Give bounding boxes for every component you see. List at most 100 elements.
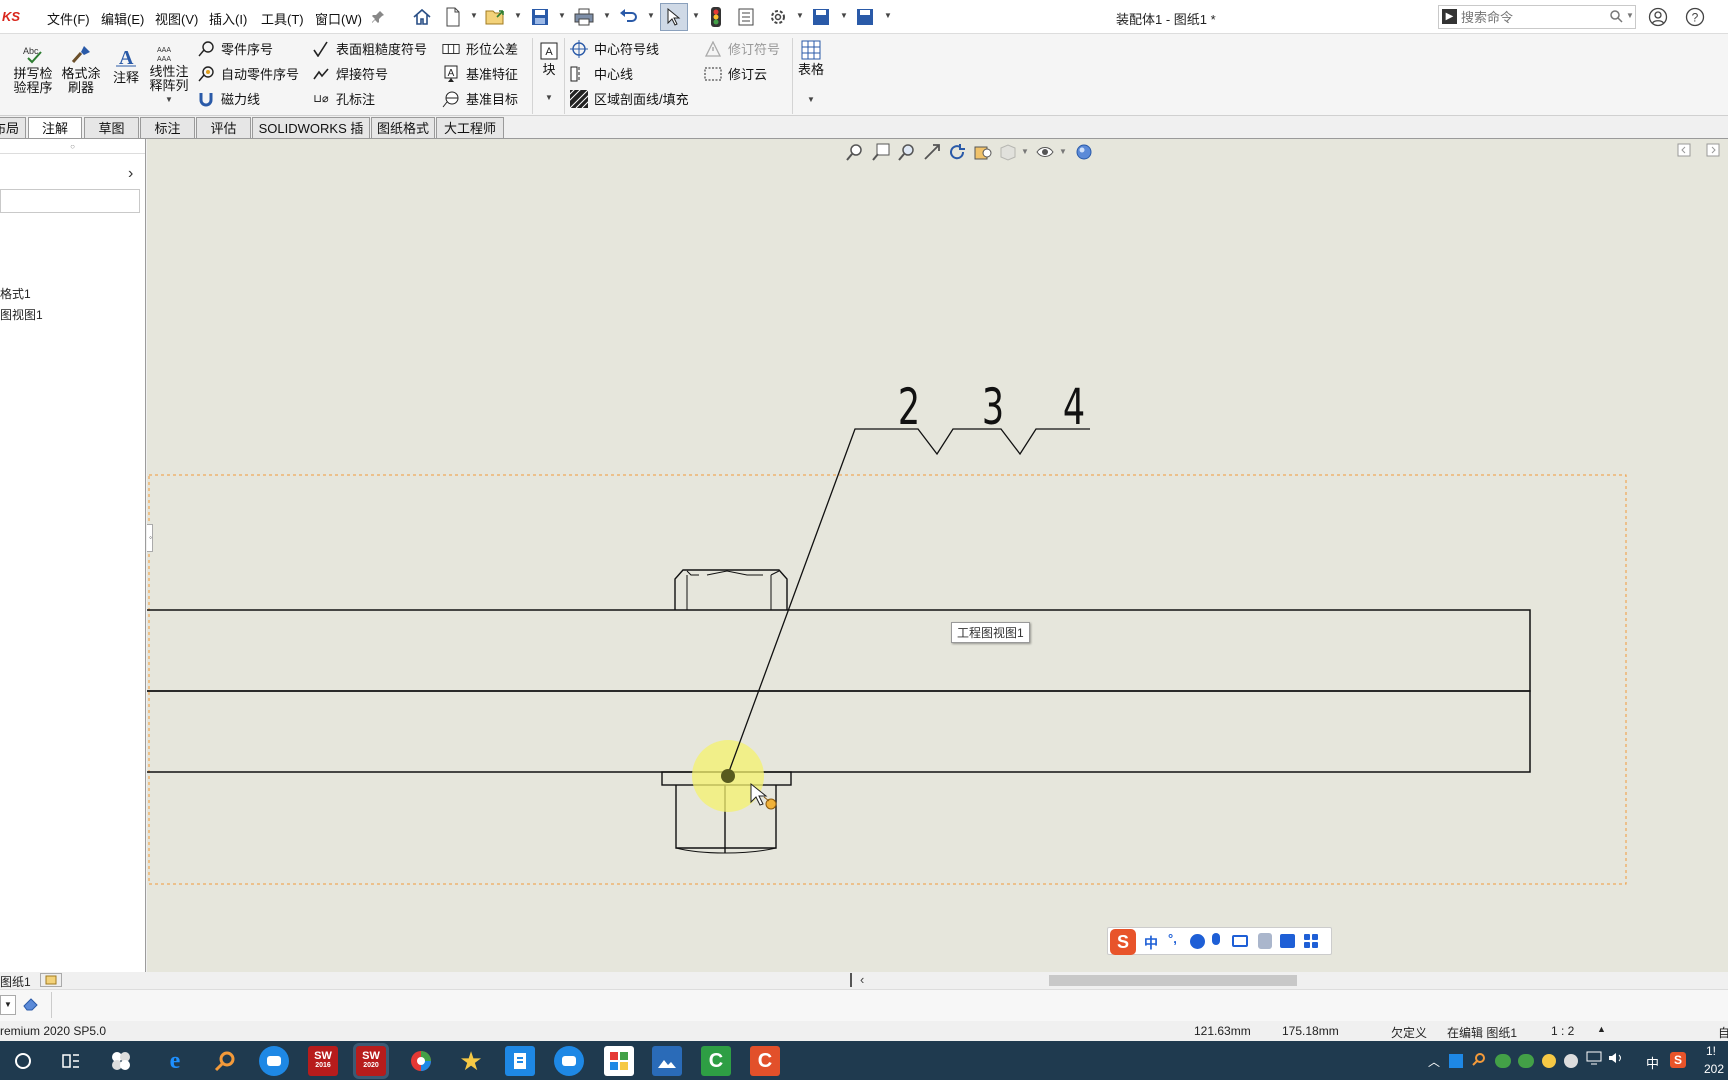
clock-date[interactable]: 202 (1704, 1062, 1724, 1076)
center-mark-button[interactable]: 中心符号线 (570, 39, 659, 58)
solidworks-2020-icon[interactable]: SW 2020 (353, 1043, 389, 1079)
table-button[interactable]: 表格 ▼ (796, 40, 826, 107)
menu-insert[interactable]: 插入(I) (209, 9, 247, 28)
balloon-number-4[interactable]: 4 (1053, 382, 1095, 432)
ime-punctuation[interactable]: °, (1168, 931, 1177, 946)
tab-engineer[interactable]: 大工程师 (436, 117, 504, 139)
tray-wechat2-icon[interactable] (1518, 1054, 1534, 1068)
message-app-icon[interactable] (554, 1046, 584, 1076)
command-search[interactable]: ▶ ▼ (1438, 5, 1636, 29)
ie-browser-icon[interactable]: e (160, 1046, 190, 1076)
open-file-icon[interactable] (484, 5, 508, 29)
select-dropdown-icon[interactable]: ▼ (692, 11, 700, 20)
linear-pattern-dropdown-icon[interactable]: ▼ (146, 93, 192, 107)
plate-lower[interactable] (147, 690, 1531, 773)
panel-expand-chevron-icon[interactable]: › (128, 165, 133, 183)
tray-wechat-icon[interactable] (1495, 1054, 1511, 1068)
ime-toolbox-icon[interactable] (1304, 934, 1318, 951)
pin-icon[interactable] (366, 5, 390, 29)
tray-qq-icon[interactable] (1564, 1054, 1578, 1068)
ime-emoji-icon[interactable] (1190, 934, 1205, 949)
search-dropdown-icon[interactable]: ▼ (1626, 11, 1634, 20)
hatch-fill-button[interactable]: 区域剖面线/填充 (570, 89, 689, 108)
tray-sogou-icon[interactable]: S (1670, 1052, 1686, 1068)
color-ball-app-icon[interactable] (406, 1046, 436, 1076)
save-all-icon[interactable] (853, 5, 877, 29)
options-gear-icon[interactable] (766, 5, 790, 29)
add-sheet-icon[interactable] (40, 973, 62, 987)
balloon-number-2[interactable]: 2 (888, 382, 930, 432)
file-properties-icon[interactable] (734, 5, 758, 29)
undo-icon[interactable] (616, 5, 640, 29)
save-icon[interactable] (528, 5, 552, 29)
geometric-tolerance-button[interactable]: 形位公差 (442, 39, 518, 58)
sheet-scale[interactable]: 1 : 2 (1551, 1024, 1574, 1038)
drawing-canvas[interactable]: ▼ ▼ 2 3 4 工程图视图1 ◦ S 中 °, (147, 139, 1728, 972)
note-button[interactable]: A 注释 (110, 46, 142, 85)
select-pointer-icon[interactable] (660, 3, 688, 31)
print-dropdown-icon[interactable]: ▼ (603, 11, 611, 20)
tiles-app-icon[interactable] (604, 1046, 634, 1076)
stacked-balloon[interactable] (726, 428, 1090, 778)
spell-check-button[interactable]: Abc 拼写检 验程序 (10, 44, 56, 95)
doc-app-icon[interactable] (505, 1046, 535, 1076)
eraser-icon[interactable] (22, 996, 40, 1015)
task-view-icon[interactable] (56, 1046, 86, 1076)
tree-item-sheet-format[interactable]: 格式1 (0, 285, 31, 302)
tab-layout[interactable]: 布局 (0, 117, 26, 139)
balloon-button[interactable]: 零件序号 (197, 39, 273, 58)
linear-note-pattern-button[interactable]: AAA AAA 线性注 释阵列 ▼ (146, 44, 192, 107)
scroll-thumb[interactable] (1049, 975, 1297, 986)
scroll-left-arrow-icon[interactable]: ‹ (860, 972, 864, 987)
menu-view[interactable]: 视图(V) (155, 9, 198, 28)
revision-symbol-button[interactable]: 修订符号 (704, 39, 780, 58)
hex-nut-top[interactable] (674, 569, 788, 611)
save-sheet-dropdown-icon[interactable]: ▼ (840, 11, 848, 20)
tray-expand-icon[interactable]: ︿ (1428, 1053, 1440, 1070)
new-dropdown-icon[interactable]: ▼ (470, 11, 478, 20)
tab-solidworks-addins[interactable]: SOLIDWORKS 插件 (252, 117, 370, 157)
save-dropdown-icon[interactable]: ▼ (558, 11, 566, 20)
search-input[interactable] (1461, 8, 1601, 26)
clock-time[interactable]: 1! (1706, 1044, 1716, 1058)
model-dropdown-icon[interactable]: ▼ (0, 995, 16, 1015)
camtasia-orange-icon[interactable]: C (750, 1046, 780, 1076)
ime-keyboard-icon[interactable] (1232, 935, 1248, 947)
balloon-number-3[interactable]: 3 (972, 382, 1014, 432)
sogou-logo-icon[interactable]: S (1110, 929, 1136, 955)
new-file-icon[interactable] (441, 5, 465, 29)
ime-skin-icon[interactable] (1280, 934, 1295, 948)
tray-app1-icon[interactable] (1449, 1054, 1463, 1068)
app-pinwheel-icon[interactable] (106, 1046, 136, 1076)
tab-dimension[interactable]: 标注 (140, 117, 195, 139)
ime-chinese-mode[interactable]: 中 (1144, 933, 1158, 953)
save-all-dropdown-icon[interactable]: ▼ (884, 11, 892, 20)
surface-finish-button[interactable]: 表面粗糙度符号 (312, 39, 427, 58)
solidworks-2016-icon[interactable]: SW 2016 (308, 1046, 338, 1076)
datum-feature-button[interactable]: A 基准特征 (442, 64, 518, 83)
tree-filter-input[interactable] (0, 189, 140, 213)
block-dropdown-icon[interactable]: ▼ (538, 91, 560, 105)
tray-volume-icon[interactable] (1608, 1051, 1624, 1068)
help-icon[interactable]: ? (1683, 5, 1707, 29)
tab-sketch[interactable]: 草图 (84, 117, 139, 139)
home-icon[interactable] (410, 5, 434, 29)
tab-sheet-format[interactable]: 图纸格式 (371, 117, 435, 139)
hole-callout-button[interactable]: ⊔⌀ 孔标注 (312, 89, 375, 108)
drawing-view-boundary[interactable] (148, 474, 1627, 885)
options-dropdown-icon[interactable]: ▼ (796, 11, 804, 20)
account-icon[interactable] (1646, 5, 1670, 29)
ime-voice-icon[interactable] (1212, 933, 1220, 945)
chat-app-icon[interactable] (259, 1046, 289, 1076)
horizontal-scrollbar[interactable]: ‹ (850, 972, 1728, 989)
undo-dropdown-icon[interactable]: ▼ (647, 11, 655, 20)
menu-edit[interactable]: 编辑(E) (101, 9, 144, 28)
panel-collapse-handle[interactable]: ◦ (147, 524, 153, 552)
panel-splitter-handle[interactable]: ○ (0, 143, 145, 151)
unit-system[interactable]: 自 (1718, 1024, 1728, 1041)
rebuild-traffic-light-icon[interactable] (704, 5, 728, 29)
tree-item-drawing-view[interactable]: 图视图1 (0, 306, 43, 323)
save-sheet-icon[interactable] (809, 5, 833, 29)
revision-cloud-button[interactable]: 修订云 (704, 64, 767, 83)
format-painter-button[interactable]: 格式涂 刷器 (58, 44, 104, 95)
